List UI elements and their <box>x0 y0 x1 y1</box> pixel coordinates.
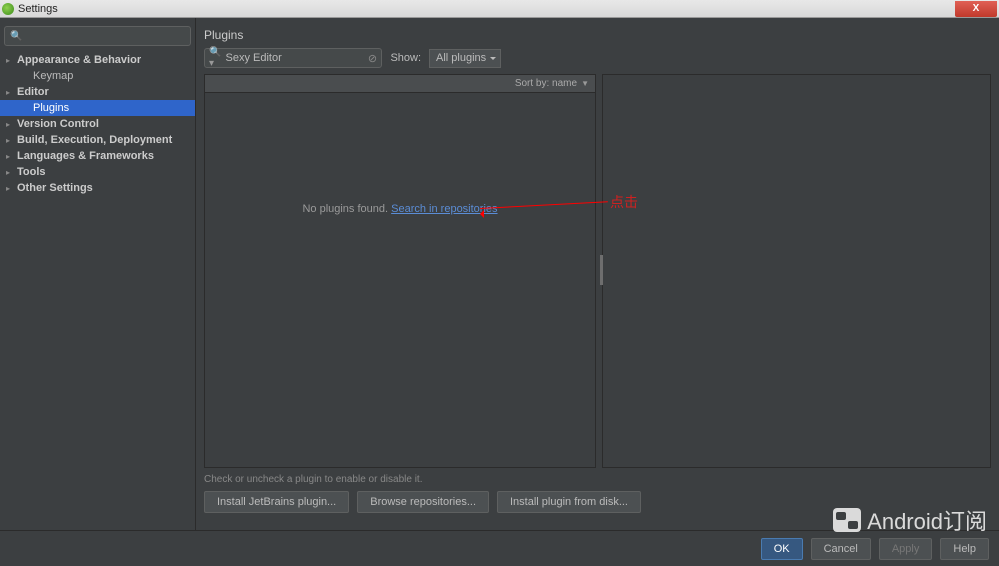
action-row: Install JetBrains plugin... Browse repos… <box>204 491 991 521</box>
cancel-button[interactable]: Cancel <box>811 538 871 560</box>
sidebar-item-label: Languages & Frameworks <box>17 150 154 162</box>
sidebar-search[interactable]: 🔍 <box>4 26 191 46</box>
filter-row: 🔍▾ ⊘ Show: All plugins <box>204 48 991 68</box>
settings-tree: ▸Appearance & Behavior▸Keymap▸Editor▸Plu… <box>0 52 195 196</box>
main-panel: Plugins 🔍▾ ⊘ Show: All plugins Sort by: … <box>196 18 999 530</box>
install-from-disk-button[interactable]: Install plugin from disk... <box>497 491 641 513</box>
sidebar-item-label: Tools <box>17 166 46 178</box>
titlebar: Settings X <box>0 0 999 18</box>
sidebar-item-label: Version Control <box>17 118 99 130</box>
sidebar-item-version-control[interactable]: ▸Version Control <box>0 116 195 132</box>
ok-button[interactable]: OK <box>761 538 803 560</box>
show-dropdown-value: All plugins <box>436 52 486 64</box>
sidebar-item-label: Keymap <box>33 70 73 82</box>
sidebar-item-keymap[interactable]: ▸Keymap <box>0 68 195 84</box>
dialog-button-bar: OK Cancel Apply Help <box>0 530 999 566</box>
install-jetbrains-button[interactable]: Install JetBrains plugin... <box>204 491 349 513</box>
sidebar-search-input[interactable] <box>25 30 185 42</box>
page-title: Plugins <box>204 26 991 48</box>
browse-repositories-button[interactable]: Browse repositories... <box>357 491 489 513</box>
sidebar-item-plugins[interactable]: ▸Plugins <box>0 100 195 116</box>
search-icon: 🔍▾ <box>209 47 224 69</box>
hint-text: Check or uncheck a plugin to enable or d… <box>204 468 991 491</box>
sidebar-item-languages-frameworks[interactable]: ▸Languages & Frameworks <box>0 148 195 164</box>
chevron-right-icon: ▸ <box>6 136 14 145</box>
help-button[interactable]: Help <box>940 538 989 560</box>
plugin-list-panel: Sort by: name ▼ No plugins found. Search… <box>204 74 596 468</box>
chevron-right-icon: ▸ <box>6 152 14 161</box>
app-icon <box>2 3 14 15</box>
plugin-search[interactable]: 🔍▾ ⊘ <box>204 48 382 68</box>
clear-icon[interactable]: ⊘ <box>368 52 378 65</box>
annotation-arrowhead <box>476 210 484 218</box>
sidebar-item-other-settings[interactable]: ▸Other Settings <box>0 180 195 196</box>
sidebar-item-label: Editor <box>17 86 49 98</box>
window-title: Settings <box>18 3 58 15</box>
chevron-right-icon: ▸ <box>6 168 14 177</box>
plugin-search-input[interactable] <box>226 52 368 64</box>
scrollbar[interactable] <box>600 255 603 285</box>
chevron-right-icon: ▸ <box>6 120 14 129</box>
sort-label: Sort by: name <box>515 78 577 89</box>
empty-text: No plugins found. <box>302 203 388 215</box>
sidebar-item-label: Plugins <box>33 102 69 114</box>
show-label: Show: <box>390 52 421 64</box>
chevron-right-icon: ▸ <box>6 184 14 193</box>
sidebar-item-editor[interactable]: ▸Editor <box>0 84 195 100</box>
sidebar-item-appearance-behavior[interactable]: ▸Appearance & Behavior <box>0 52 195 68</box>
settings-sidebar: 🔍 ▸Appearance & Behavior▸Keymap▸Editor▸P… <box>0 18 196 530</box>
chevron-down-icon: ▼ <box>581 79 589 88</box>
sidebar-item-label: Build, Execution, Deployment <box>17 134 172 146</box>
list-area: Sort by: name ▼ No plugins found. Search… <box>204 74 991 468</box>
search-icon: 🔍 <box>10 31 22 42</box>
content-area: 🔍 ▸Appearance & Behavior▸Keymap▸Editor▸P… <box>0 18 999 530</box>
show-dropdown[interactable]: All plugins <box>429 49 501 68</box>
sidebar-item-label: Other Settings <box>17 182 93 194</box>
sidebar-item-build-execution-deployment[interactable]: ▸Build, Execution, Deployment <box>0 132 195 148</box>
chevron-right-icon: ▸ <box>6 56 14 65</box>
sidebar-item-label: Appearance & Behavior <box>17 54 141 66</box>
sort-bar[interactable]: Sort by: name ▼ <box>205 75 595 93</box>
window-close-button[interactable]: X <box>955 1 997 17</box>
apply-button[interactable]: Apply <box>879 538 933 560</box>
plugin-detail-panel <box>602 74 991 468</box>
annotation-text: 点击 <box>610 192 638 212</box>
chevron-right-icon: ▸ <box>6 88 14 97</box>
sidebar-item-tools[interactable]: ▸Tools <box>0 164 195 180</box>
